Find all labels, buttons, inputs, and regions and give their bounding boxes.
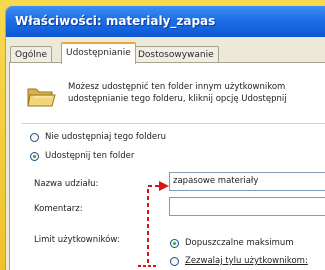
comment-label: Komentarz: bbox=[34, 204, 83, 214]
comment-input[interactable] bbox=[169, 197, 325, 216]
sharing-panel: Możesz udostępnić ten folder innym użytk… bbox=[9, 62, 325, 270]
limit-max-label: Dopuszczalne maksimum bbox=[185, 238, 294, 248]
radio-no-share-label: Nie udostępniaj tego folderu bbox=[45, 132, 166, 142]
sharing-info-text: Możesz udostępnić ten folder innym użytk… bbox=[68, 81, 323, 105]
tab-general[interactable]: Ogólne bbox=[10, 46, 53, 63]
radio-limit-allow[interactable]: Zezwalaj tylu użytkownikom: bbox=[170, 254, 308, 268]
share-name-label: Nazwa udziału: bbox=[34, 179, 99, 189]
radio-button[interactable] bbox=[170, 256, 179, 266]
tab-sharing[interactable]: Udostępnianie bbox=[61, 42, 136, 64]
radio-button-checked[interactable] bbox=[170, 238, 179, 248]
folder-icon bbox=[27, 88, 56, 107]
tab-customize[interactable]: Dostosowywanie bbox=[133, 46, 219, 63]
title-bar[interactable]: Właściwości: materialy_zapas bbox=[6, 6, 325, 37]
info-line-1: Możesz udostępnić ten folder innym użytk… bbox=[68, 82, 286, 92]
properties-dialog: Właściwości: materialy_zapas Ogólne Udos… bbox=[6, 6, 325, 270]
radio-limit-max[interactable]: Dopuszczalne maksimum bbox=[170, 236, 294, 250]
radio-no-share[interactable]: Nie udostępniaj tego folderu bbox=[30, 130, 166, 144]
radio-share-label: Udostępnij ten folder bbox=[45, 151, 135, 161]
user-limit-label: Limit użytkowników: bbox=[34, 235, 120, 245]
radio-share[interactable]: Udostępnij ten folder bbox=[30, 149, 134, 163]
share-name-input[interactable]: zapasowe materiały bbox=[169, 172, 325, 191]
info-line-2: udostępnianie tego folderu, kliknij opcj… bbox=[68, 94, 287, 104]
limit-allow-label: Zezwalaj tylu użytkownikom: bbox=[185, 256, 308, 266]
radio-button-checked[interactable] bbox=[30, 151, 39, 161]
radio-button[interactable] bbox=[30, 132, 39, 142]
tab-bar: Ogólne Udostępnianie Dostosowywanie bbox=[6, 37, 325, 64]
window-title: Właściwości: materialy_zapas bbox=[15, 14, 216, 28]
divider bbox=[22, 123, 325, 124]
